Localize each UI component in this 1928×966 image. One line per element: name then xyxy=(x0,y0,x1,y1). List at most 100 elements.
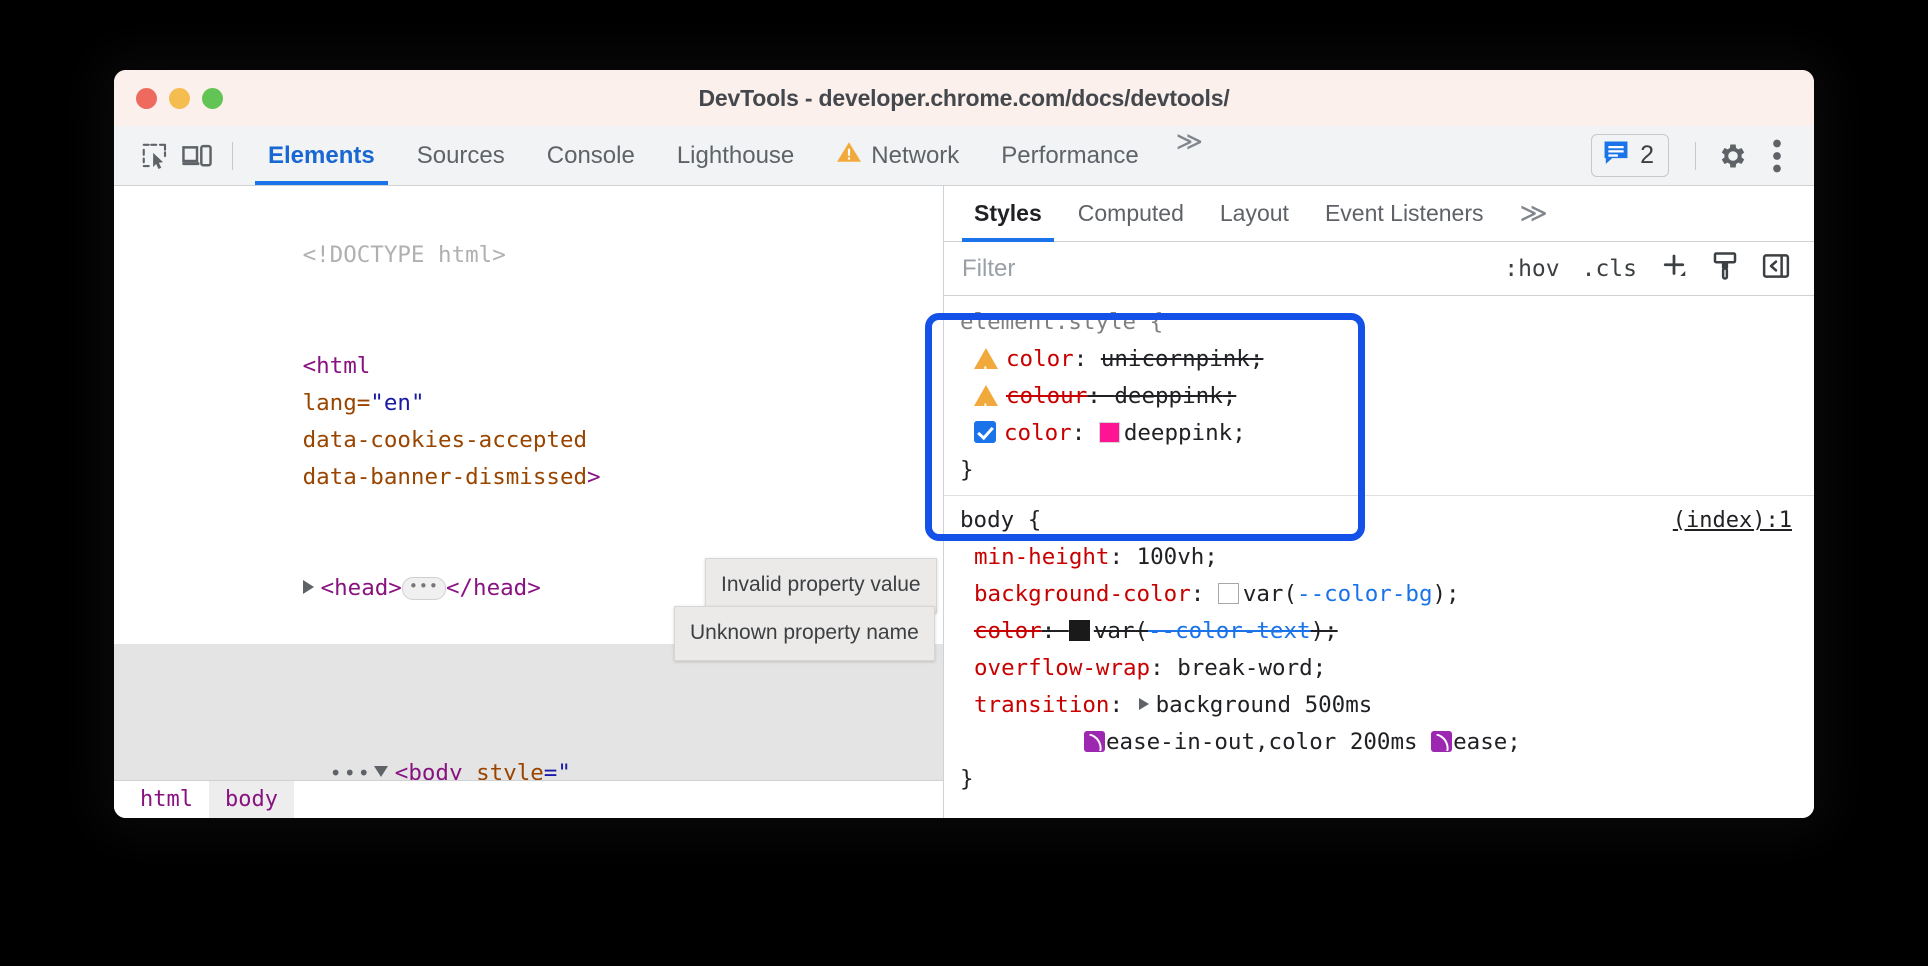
css-declaration-transition[interactable]: transition: background 500ms xyxy=(960,687,1814,724)
plus-icon[interactable] xyxy=(1650,251,1698,287)
tab-performance-label: Performance xyxy=(1001,142,1138,170)
expand-transition-triangle-icon[interactable] xyxy=(1139,698,1149,710)
devtools-main-toolbar: Elements Sources Console Lighthouse xyxy=(114,126,1814,186)
more-panels-button[interactable]: ≫ xyxy=(1160,126,1219,185)
html-attr-cookies: data-cookies-accepted xyxy=(303,427,587,453)
styles-filter-row: :hov .cls xyxy=(944,242,1814,296)
body-selector-text: body xyxy=(960,507,1014,533)
issues-button[interactable]: 2 xyxy=(1591,134,1669,177)
collapsed-children-icon[interactable]: ••• xyxy=(402,577,446,600)
tab-elements-label: Elements xyxy=(268,142,375,170)
declaration-value: unicornpink xyxy=(1101,346,1250,372)
tab-console[interactable]: Console xyxy=(526,126,656,185)
tab-console-label: Console xyxy=(547,142,635,170)
css-declaration-min-height[interactable]: min-height: 100vh; xyxy=(960,539,1814,576)
css-declaration-color-deeppink-active[interactable]: color: deeppink; xyxy=(960,415,1814,452)
tab-sources[interactable]: Sources xyxy=(396,126,526,185)
styles-filter-input[interactable] xyxy=(944,242,1495,295)
declaration-value: 100vh xyxy=(1137,544,1205,570)
element-style-selector-text: element.style xyxy=(960,309,1136,335)
tab-lighthouse[interactable]: Lighthouse xyxy=(656,126,815,185)
transition-part-2: ease-in-out,color 200ms xyxy=(1106,729,1418,755)
toolbar-divider xyxy=(232,142,233,170)
css-declaration-transition-continued[interactable]: ease-in-out,color 200ms ease; xyxy=(960,724,1814,761)
declaration-enabled-checkbox[interactable] xyxy=(974,421,996,443)
head-tag-name: head xyxy=(334,575,388,601)
tab-sources-label: Sources xyxy=(417,142,505,170)
breadcrumb-item-body[interactable]: body xyxy=(209,781,294,818)
warning-triangle-icon xyxy=(974,348,998,369)
toggle-element-classes-button[interactable]: .cls xyxy=(1573,256,1646,282)
declaration-property: color xyxy=(974,618,1042,644)
css-rule-closing-brace: } xyxy=(960,761,1814,798)
html-tag-name: html xyxy=(316,353,370,379)
tab-network-label: Network xyxy=(871,142,959,170)
declaration-property: overflow-wrap xyxy=(974,655,1150,681)
css-declaration-overflow-wrap[interactable]: overflow-wrap: break-word; xyxy=(960,650,1814,687)
css-declaration-color-var[interactable]: color: var(--color-text); xyxy=(960,613,1814,650)
color-swatch[interactable] xyxy=(1218,583,1239,604)
css-rule-selector-element-style: element.style { xyxy=(960,304,1814,341)
window-title: DevTools - developer.chrome.com/docs/dev… xyxy=(114,85,1814,112)
dom-tree[interactable]: <!DOCTYPE html> <html lang="en" data-coo… xyxy=(114,186,943,780)
tab-computed[interactable]: Computed xyxy=(1060,186,1202,241)
color-swatch[interactable] xyxy=(1069,620,1090,641)
tab-performance[interactable]: Performance xyxy=(980,126,1159,185)
color-swatch[interactable] xyxy=(1099,422,1120,443)
tab-styles[interactable]: Styles xyxy=(956,186,1060,241)
doctype-text: <!DOCTYPE html> xyxy=(303,242,506,268)
css-declaration-background-color[interactable]: background-color: var(--color-bg); xyxy=(960,576,1814,613)
declaration-property: background-color xyxy=(974,581,1191,607)
css-declaration-colour-deeppink[interactable]: colour: deeppink; xyxy=(960,378,1814,415)
css-rule-element-style[interactable]: element.style { color: unicornpink; colo… xyxy=(944,304,1814,489)
tab-event-listeners[interactable]: Event Listeners xyxy=(1307,186,1502,241)
inspect-element-icon[interactable] xyxy=(134,136,176,176)
dom-line-body-selected[interactable]: •••<body style=" color: unicornpink; col… xyxy=(114,644,943,780)
device-toolbar-icon[interactable] xyxy=(176,136,218,176)
css-rule-closing-brace: } xyxy=(960,452,1814,489)
css-rule-body[interactable]: (index):1 body { min-height: 100vh; back… xyxy=(944,495,1814,798)
toggle-pseudo-states-button[interactable]: :hov xyxy=(1495,256,1568,282)
css-declaration-color-unicornpink[interactable]: color: unicornpink; xyxy=(960,341,1814,378)
node-more-options-icon[interactable]: ••• xyxy=(330,761,372,780)
easing-curve-swatch[interactable] xyxy=(1084,731,1105,752)
transition-part-3: ease; xyxy=(1453,729,1521,755)
styles-sidebar-tabs: Styles Computed Layout Event Listeners ≫ xyxy=(944,186,1814,242)
declaration-property: transition xyxy=(974,692,1109,718)
screenshot-root: DevTools - developer.chrome.com/docs/dev… xyxy=(0,0,1928,966)
css-variable-name[interactable]: --color-bg xyxy=(1297,581,1432,607)
css-variable-name[interactable]: --color-text xyxy=(1148,618,1311,644)
tab-elements[interactable]: Elements xyxy=(247,126,396,185)
toolbar-right-actions: 2 xyxy=(1591,134,1798,177)
expand-head-triangle-icon[interactable] xyxy=(303,580,314,594)
html-attr-banner: data-banner-dismissed xyxy=(303,464,587,490)
stylesheet-origin-link[interactable]: (index):1 xyxy=(1673,502,1792,539)
devtools-panes: <!DOCTYPE html> <html lang="en" data-coo… xyxy=(114,186,1814,818)
declaration-property: color xyxy=(1006,346,1074,372)
collapse-body-triangle-icon[interactable] xyxy=(374,766,388,777)
dom-breadcrumb: html body xyxy=(114,780,943,818)
tab-network[interactable]: Network xyxy=(815,126,980,185)
paintbrush-icon[interactable] xyxy=(1702,251,1748,287)
issues-count: 2 xyxy=(1640,141,1654,170)
easing-curve-swatch[interactable] xyxy=(1431,731,1452,752)
breadcrumb-item-html[interactable]: html xyxy=(124,781,209,818)
warning-triangle-icon xyxy=(974,385,998,406)
html-lang-attr-name: lang xyxy=(303,390,357,416)
declaration-value: deeppink xyxy=(1114,383,1222,409)
declaration-value: deeppink xyxy=(1124,420,1232,446)
tooltip-invalid-property-value: Invalid property value xyxy=(705,558,937,613)
dom-line-html[interactable]: <html lang="en" data-cookies-accepted da… xyxy=(114,311,943,533)
css-rules-list[interactable]: element.style { color: unicornpink; colo… xyxy=(944,296,1814,818)
styles-filter-actions: :hov .cls xyxy=(1495,251,1814,287)
declaration-property: min-height xyxy=(974,544,1109,570)
panel-tabs: Elements Sources Console Lighthouse xyxy=(247,126,1591,185)
sidebar-toggle-icon[interactable] xyxy=(1752,251,1800,287)
more-styles-tabs-button[interactable]: ≫ xyxy=(1501,186,1565,241)
gear-icon[interactable] xyxy=(1712,136,1754,176)
transition-part-1: background 500ms xyxy=(1156,692,1373,718)
declaration-property: color xyxy=(1004,420,1072,446)
kebab-menu-icon[interactable] xyxy=(1756,136,1798,176)
tab-layout[interactable]: Layout xyxy=(1202,186,1307,241)
toolbar-divider-right xyxy=(1695,142,1696,170)
